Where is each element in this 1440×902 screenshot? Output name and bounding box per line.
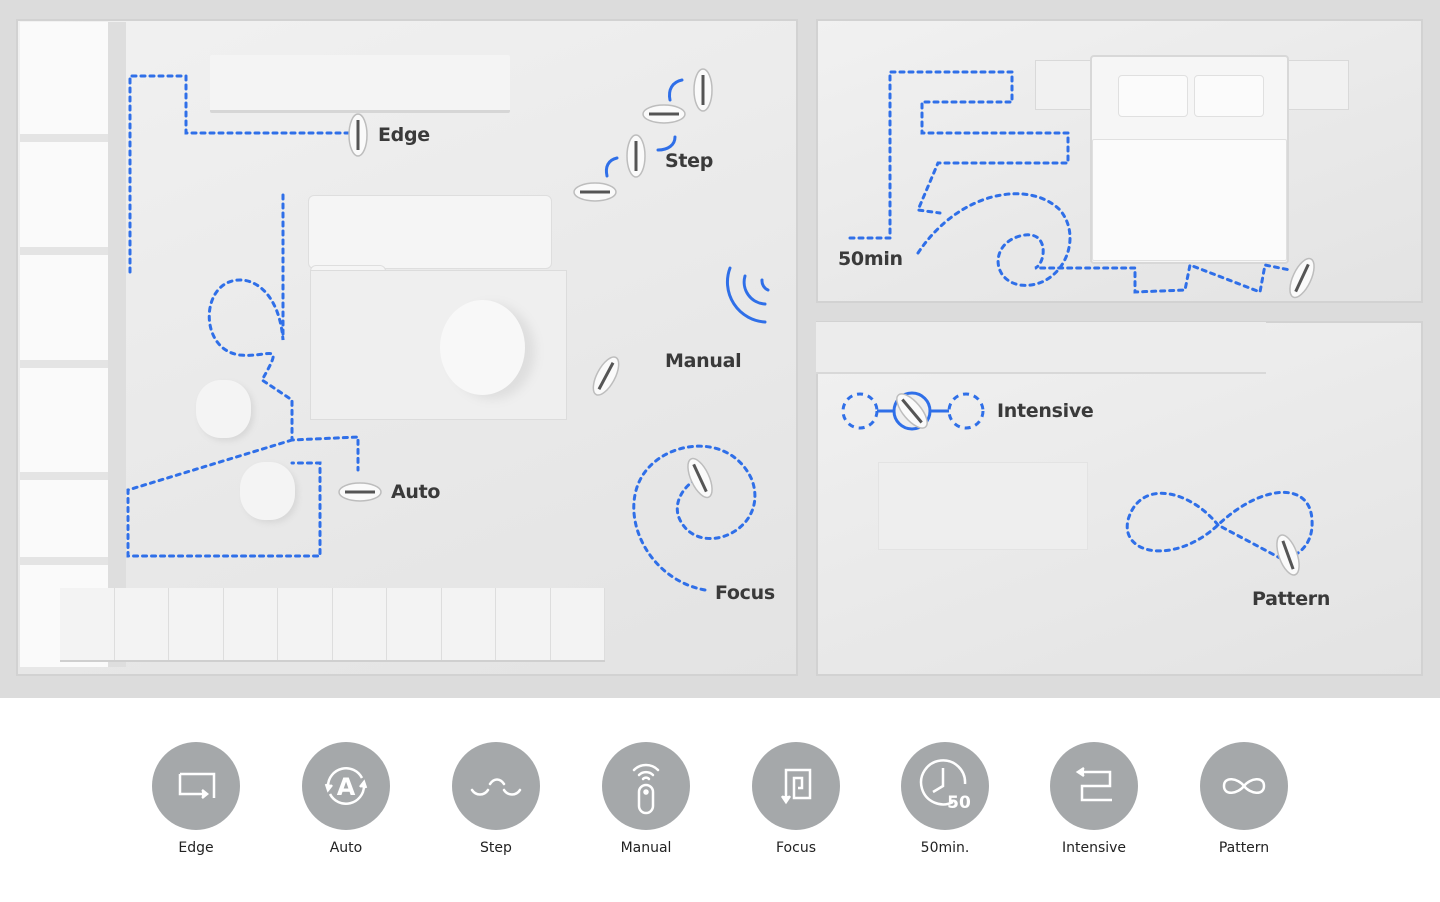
robot-step: [625, 133, 647, 179]
robot-step: [572, 181, 618, 203]
mode-manual-label: Manual: [620, 840, 672, 856]
mode-intensive-circle: [1050, 742, 1138, 830]
map-label-intensive: Intensive: [997, 400, 1094, 422]
mode-pattern-circle: [1200, 742, 1288, 830]
mode-fifty-min[interactable]: 50 50min.: [885, 742, 1005, 856]
robot-step: [692, 67, 714, 113]
mode-edge-label: Edge: [178, 840, 214, 856]
mode-pattern-label: Pattern: [1218, 840, 1270, 856]
manual-signal-icon: [725, 266, 770, 324]
robot-manual: [586, 351, 626, 401]
mode-pattern[interactable]: Pattern: [1184, 742, 1304, 856]
robot-fifty-min: [1283, 253, 1321, 303]
fifty-min-path: [848, 70, 1292, 295]
cleaning-mode-bar: Edge A Auto Step Manual Focus 50 50min. …: [0, 698, 1440, 902]
clock-number: 50: [947, 793, 971, 813]
edge-path: [128, 74, 350, 274]
robot-step: [641, 103, 687, 125]
infinity-icon: [1222, 778, 1266, 794]
mode-focus[interactable]: Focus: [736, 742, 856, 856]
clock-50-icon: 50: [919, 759, 971, 813]
edge-path-icon: [178, 772, 216, 799]
mode-intensive-label: Intensive: [1061, 840, 1127, 856]
mode-focus-label: Focus: [776, 840, 816, 856]
robot-edge: [347, 112, 369, 158]
mode-auto-label: Auto: [329, 840, 363, 856]
mode-auto-circle: A: [302, 742, 390, 830]
robot-focus: [681, 453, 719, 503]
intensive-circle-right: [947, 392, 985, 430]
mode-edge-circle: [152, 742, 240, 830]
mode-auto[interactable]: A Auto: [286, 742, 406, 856]
auto-path: [207, 193, 360, 472]
auto-path-loop: [126, 438, 322, 558]
mode-intensive[interactable]: Intensive: [1034, 742, 1154, 856]
mode-edge[interactable]: Edge: [136, 742, 256, 856]
map-label-manual: Manual: [665, 350, 742, 372]
mode-manual-circle: [602, 742, 690, 830]
robot-intensive: [890, 387, 934, 435]
robot-auto: [337, 481, 383, 503]
spiral-square-icon: [780, 768, 812, 805]
robot-pattern: [1270, 530, 1306, 580]
map-label-pattern: Pattern: [1252, 588, 1331, 610]
map-label-auto: Auto: [391, 481, 441, 503]
floor-plan: Edge Step Manual Auto Focus 50min Intens…: [0, 0, 1440, 698]
remote-control-icon: [632, 763, 660, 815]
mode-fifty-min-circle: 50: [901, 742, 989, 830]
mode-manual[interactable]: Manual: [586, 742, 706, 856]
mode-step-label: Step: [480, 840, 512, 856]
mode-step-circle: [452, 742, 540, 830]
mode-step[interactable]: Step: [436, 742, 556, 856]
mode-fifty-min-label: 50min.: [920, 840, 970, 856]
intensive-circle-left: [841, 392, 879, 430]
map-label-step: Step: [665, 150, 714, 172]
step-arrows-icon: [470, 778, 522, 796]
svg-text:A: A: [337, 773, 356, 801]
auto-cycle-icon: A: [324, 767, 368, 805]
zigzag-return-icon: [1075, 766, 1112, 802]
mode-focus-circle: [752, 742, 840, 830]
map-label-edge: Edge: [378, 124, 430, 146]
map-label-fifty-min: 50min: [838, 248, 903, 270]
map-label-focus: Focus: [715, 582, 775, 604]
